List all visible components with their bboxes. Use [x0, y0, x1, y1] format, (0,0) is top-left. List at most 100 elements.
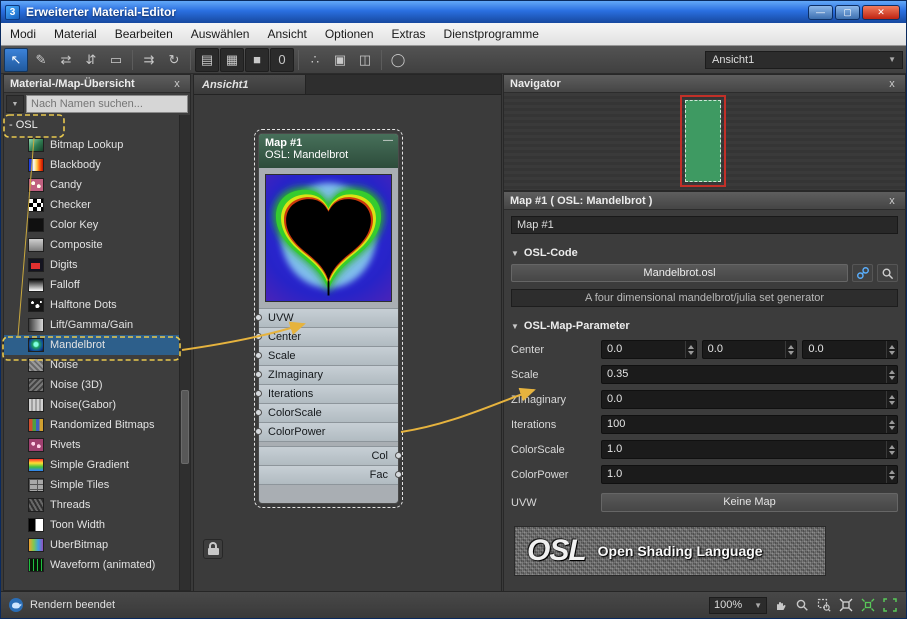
list-item-threads[interactable]: Threads [4, 495, 179, 515]
slot-pin[interactable] [255, 314, 262, 321]
list-item-lift-gamma-gain[interactable]: Lift/Gamma/Gain [4, 315, 179, 335]
list-item-toon-width[interactable]: Toon Width [4, 515, 179, 535]
put-to-library-icon[interactable]: ⇵ [79, 48, 103, 72]
show-grid-icon[interactable]: ▤ [195, 47, 219, 72]
menu-item-dienstprogramme[interactable]: Dienstprogramme [435, 23, 548, 45]
zoom-extents-icon[interactable] [836, 596, 855, 615]
filter-dropdown-icon[interactable]: ▼ [6, 95, 24, 113]
close-icon[interactable]: x [170, 78, 184, 90]
assign-to-selection-icon[interactable]: ⇄ [54, 48, 78, 72]
slot-pin[interactable] [395, 471, 402, 478]
center-y-field[interactable]: 0.0 [701, 340, 798, 359]
input-slot-zimaginary[interactable]: ZImaginary [255, 366, 398, 385]
close-icon[interactable]: x [885, 78, 899, 90]
spinner[interactable] [684, 341, 696, 358]
navigator-view-frame[interactable] [680, 95, 726, 187]
pick-material-icon[interactable]: ✎ [29, 48, 53, 72]
material-id-channel-icon[interactable]: 0 [270, 47, 294, 72]
list-item-simple-gradient[interactable]: Simple Gradient [4, 455, 179, 475]
pan-hand-icon[interactable] [770, 596, 789, 615]
slot-pin[interactable] [255, 371, 262, 378]
osl-map-parameter-section-header[interactable]: ▼ OSL-Map-Parameter [511, 318, 898, 334]
link-icon[interactable] [852, 264, 873, 282]
delete-selected-icon[interactable]: ▭ [104, 48, 128, 72]
osl-file-button[interactable]: Mandelbrot.osl [511, 264, 848, 282]
center-x-field[interactable]: 0.0 [601, 340, 697, 359]
list-item-noise[interactable]: Noise [4, 355, 179, 375]
minimize-button[interactable]: — [808, 4, 833, 20]
layout-all-icon[interactable]: ▣ [328, 48, 352, 72]
scrollbar-thumb[interactable] [181, 390, 189, 464]
menu-item-optionen[interactable]: Optionen [316, 23, 383, 45]
list-item-randomized-bitmaps[interactable]: Randomized Bitmaps [4, 415, 179, 435]
list-item-waveform-animated[interactable]: Waveform (animated) [4, 555, 179, 575]
menu-item-auswaehlen[interactable]: Auswählen [182, 23, 259, 45]
tab-ansicht1[interactable]: Ansicht1 [194, 75, 306, 94]
zoom-icon[interactable] [792, 596, 811, 615]
spinner[interactable] [886, 466, 897, 483]
list-item-blackbody[interactable]: Blackbody [4, 155, 179, 175]
list-item-rivets[interactable]: Rivets [4, 435, 179, 455]
input-slot-center[interactable]: Center [255, 328, 398, 347]
output-slot-col[interactable]: Col [259, 447, 402, 466]
list-item-noise-3d[interactable]: Noise (3D) [4, 375, 179, 395]
hide-unused-nodeslots-icon[interactable]: ∴ [303, 48, 327, 72]
list-item-digits[interactable]: Digits [4, 255, 179, 275]
input-slot-uvw[interactable]: UVW [255, 309, 398, 328]
input-slot-scale[interactable]: Scale [255, 347, 398, 366]
mandelbrot-node[interactable]: Map #1 OSL: Mandelbrot — UVW Center Scal… [255, 133, 402, 504]
list-item-candy[interactable]: Candy [4, 175, 179, 195]
menu-item-modi[interactable]: Modi [1, 23, 45, 45]
update-previews-icon[interactable]: ↻ [162, 48, 186, 72]
map-name-field[interactable]: Map #1 [511, 216, 898, 234]
slot-pin[interactable] [255, 333, 262, 340]
maximize-button[interactable]: ▢ [835, 4, 860, 20]
zoom-region-icon[interactable] [814, 596, 833, 615]
list-item-composite[interactable]: Composite [4, 235, 179, 255]
spinner[interactable] [785, 341, 796, 358]
list-item-mandelbrot[interactable]: Mandelbrot [4, 335, 179, 355]
output-slot-fac[interactable]: Fac [259, 466, 402, 485]
osl-code-section-header[interactable]: ▼ OSL-Code [511, 245, 898, 261]
list-item-falloff[interactable]: Falloff [4, 275, 179, 295]
move-children-icon[interactable]: ⇉ [137, 48, 161, 72]
spinner[interactable] [886, 341, 897, 358]
menu-item-ansicht[interactable]: Ansicht [258, 23, 315, 45]
center-z-field[interactable]: 0.0 [802, 340, 899, 359]
pan-tool-icon[interactable]: ◯ [386, 48, 410, 72]
menu-item-bearbeiten[interactable]: Bearbeiten [106, 23, 182, 45]
list-item-uberbitmap[interactable]: UberBitmap [4, 535, 179, 555]
list-item-simple-tiles[interactable]: Simple Tiles [4, 475, 179, 495]
spinner[interactable] [886, 366, 897, 383]
browser-scrollbar[interactable] [179, 115, 190, 590]
input-slot-colorscale[interactable]: ColorScale [255, 404, 398, 423]
search-input[interactable] [26, 95, 188, 113]
slot-pin[interactable] [255, 428, 262, 435]
list-item-halftone-dots[interactable]: Halftone Dots [4, 295, 179, 315]
list-item-noise-gabor[interactable]: Noise(Gabor) [4, 395, 179, 415]
close-button[interactable]: ✕ [862, 4, 900, 20]
scale-field[interactable]: 0.35 [601, 365, 898, 384]
node-header[interactable]: Map #1 OSL: Mandelbrot — [259, 134, 398, 168]
show-checker-icon[interactable]: ■ [245, 47, 269, 72]
spinner[interactable] [886, 391, 897, 408]
colorscale-field[interactable]: 1.0 [601, 440, 898, 459]
zoom-level-dropdown[interactable]: 100% ▼ [709, 596, 767, 614]
navigator-canvas[interactable] [504, 93, 905, 190]
menu-item-extras[interactable]: Extras [383, 23, 435, 45]
spinner[interactable] [886, 441, 897, 458]
input-slot-colorpower[interactable]: ColorPower [255, 423, 398, 442]
show-background-icon[interactable]: ▦ [220, 47, 244, 72]
view-selector-dropdown[interactable]: Ansicht1 ▼ [705, 50, 903, 69]
tree-root-osl[interactable]: - OSL [4, 115, 179, 135]
search-icon[interactable] [877, 264, 898, 282]
node-minimize-icon[interactable]: — [383, 135, 393, 146]
slot-pin[interactable] [395, 452, 402, 459]
iterations-field[interactable]: 100 [601, 415, 898, 434]
menu-item-material[interactable]: Material [45, 23, 106, 45]
slot-pin[interactable] [255, 409, 262, 416]
zoom-extents-selected-icon[interactable] [858, 596, 877, 615]
lock-icon[interactable] [203, 539, 223, 559]
slot-pin[interactable] [255, 390, 262, 397]
input-slot-iterations[interactable]: Iterations [255, 385, 398, 404]
